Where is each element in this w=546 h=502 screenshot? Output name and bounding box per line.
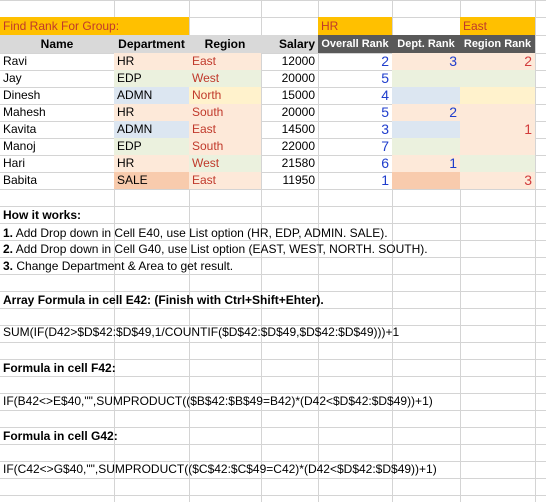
cell-salary[interactable]: 11950 <box>261 172 318 189</box>
cell-dept[interactable]: EDP <box>114 70 189 87</box>
cell-region-rank[interactable] <box>460 104 535 121</box>
cell-region[interactable]: West <box>189 155 261 172</box>
header-overall-rank[interactable]: Overall Rank <box>318 35 392 53</box>
cell-dept[interactable]: HR <box>114 104 189 121</box>
cell-region-rank[interactable] <box>460 138 535 155</box>
header-region-rank[interactable]: Region Rank <box>460 35 535 53</box>
cell-dept-rank[interactable] <box>392 172 460 189</box>
cell-region-rank[interactable] <box>460 70 535 87</box>
cell-region[interactable]: South <box>189 138 261 155</box>
header-name[interactable]: Name <box>0 35 114 53</box>
cell-overall[interactable]: 2 <box>318 53 392 70</box>
step-number: 1. <box>3 226 14 240</box>
cell-dept[interactable]: HR <box>114 53 189 70</box>
cell-region[interactable]: South <box>189 104 261 121</box>
cell-name[interactable]: Jay <box>0 70 114 87</box>
cell-dept-rank[interactable] <box>392 87 460 104</box>
cell-dept-rank[interactable]: 1 <box>392 155 460 172</box>
cell-dept-rank[interactable] <box>392 121 460 138</box>
cell-dept-rank[interactable] <box>392 138 460 155</box>
cell-name[interactable]: Babita <box>0 172 114 189</box>
cell-dept-rank[interactable] <box>392 70 460 87</box>
cell-salary[interactable]: 12000 <box>261 53 318 70</box>
f42-title[interactable]: Formula in cell F42: <box>0 359 300 377</box>
cell-overall[interactable]: 3 <box>318 121 392 138</box>
cell-salary[interactable]: 14500 <box>261 121 318 138</box>
cell-salary[interactable]: 22000 <box>261 138 318 155</box>
step-text: Add Drop down in Cell E40, use List opti… <box>13 226 388 240</box>
array-formula-title[interactable]: Array Formula in cell E42: (Finish with … <box>0 291 530 309</box>
header-department[interactable]: Department <box>114 35 189 53</box>
grid-line <box>0 478 546 479</box>
header-dept-rank[interactable]: Dept. Rank <box>392 35 460 53</box>
cell-dept[interactable]: HR <box>114 155 189 172</box>
g42-formula[interactable]: IF(C42<>G$40,"",SUMPRODUCT(($C$42:$C$49=… <box>0 460 535 478</box>
cell-region-rank[interactable]: 1 <box>460 121 535 138</box>
cell-name[interactable]: Dinesh <box>0 87 114 104</box>
step-text: Add Drop down in Cell G40, use List opti… <box>13 242 428 256</box>
cell-dept-rank[interactable]: 2 <box>392 104 460 121</box>
cell-overall[interactable]: 1 <box>318 172 392 189</box>
header-region[interactable]: Region <box>189 35 261 53</box>
cell-overall[interactable]: 7 <box>318 138 392 155</box>
cell-region[interactable]: East <box>189 172 261 189</box>
cell-region[interactable]: East <box>189 121 261 138</box>
cell-region-rank[interactable] <box>460 155 535 172</box>
cell-dept-rank[interactable]: 3 <box>392 53 460 70</box>
cell-overall[interactable]: 5 <box>318 104 392 121</box>
cell-region[interactable]: North <box>189 87 261 104</box>
cell-dept[interactable]: SALE <box>114 172 189 189</box>
cell-name[interactable]: Manoj <box>0 138 114 155</box>
cell-region-rank[interactable]: 2 <box>460 53 535 70</box>
grid-line <box>0 495 546 496</box>
cell-region-rank[interactable] <box>460 87 535 104</box>
step-2[interactable]: 2. Add Drop down in Cell G40, use List o… <box>0 240 530 258</box>
step-3[interactable]: 3. Change Department & Area to get resul… <box>0 257 530 275</box>
cell-salary[interactable]: 20000 <box>261 104 318 121</box>
region-dropdown-cell[interactable]: East <box>460 17 535 35</box>
grid-line <box>0 410 546 411</box>
title-cell[interactable]: Find Rank For Group: <box>0 17 189 35</box>
cell-dept[interactable]: ADMN <box>114 87 189 104</box>
cell-name[interactable]: Ravi <box>0 53 114 70</box>
cell-name[interactable]: Mahesh <box>0 104 114 121</box>
cell-salary[interactable]: 15000 <box>261 87 318 104</box>
cell-dept[interactable]: EDP <box>114 138 189 155</box>
cell-name[interactable]: Kavita <box>0 121 114 138</box>
how-title[interactable]: How it works: <box>0 206 300 224</box>
cell-overall[interactable]: 4 <box>318 87 392 104</box>
cell-region[interactable]: East <box>189 53 261 70</box>
f42-formula[interactable]: IF(B42<>E$40,"",SUMPRODUCT(($B$42:$B$49=… <box>0 392 535 410</box>
cell-region[interactable]: West <box>189 70 261 87</box>
grid-line <box>0 342 546 343</box>
cell-name[interactable]: Hari <box>0 155 114 172</box>
step-number: 3. <box>3 259 14 273</box>
step-text: Change Department & Area to get result. <box>13 259 234 273</box>
cell-dept[interactable]: ADMN <box>114 121 189 138</box>
department-dropdown-cell[interactable]: HR <box>318 17 392 35</box>
grid-line <box>0 0 546 1</box>
cell-overall[interactable]: 6 <box>318 155 392 172</box>
array-formula[interactable]: SUM(IF(D42>$D$42:$D$49,1/COUNTIF($D$42:$… <box>0 323 535 341</box>
step-number: 2. <box>3 242 14 256</box>
cell-salary[interactable]: 20000 <box>261 70 318 87</box>
grid-line <box>0 189 546 190</box>
header-salary[interactable]: Salary <box>261 35 318 53</box>
cell-region-rank[interactable]: 3 <box>460 172 535 189</box>
cell-salary[interactable]: 21580 <box>261 155 318 172</box>
cell-overall[interactable]: 5 <box>318 70 392 87</box>
g42-title[interactable]: Formula in cell G42: <box>0 427 300 445</box>
